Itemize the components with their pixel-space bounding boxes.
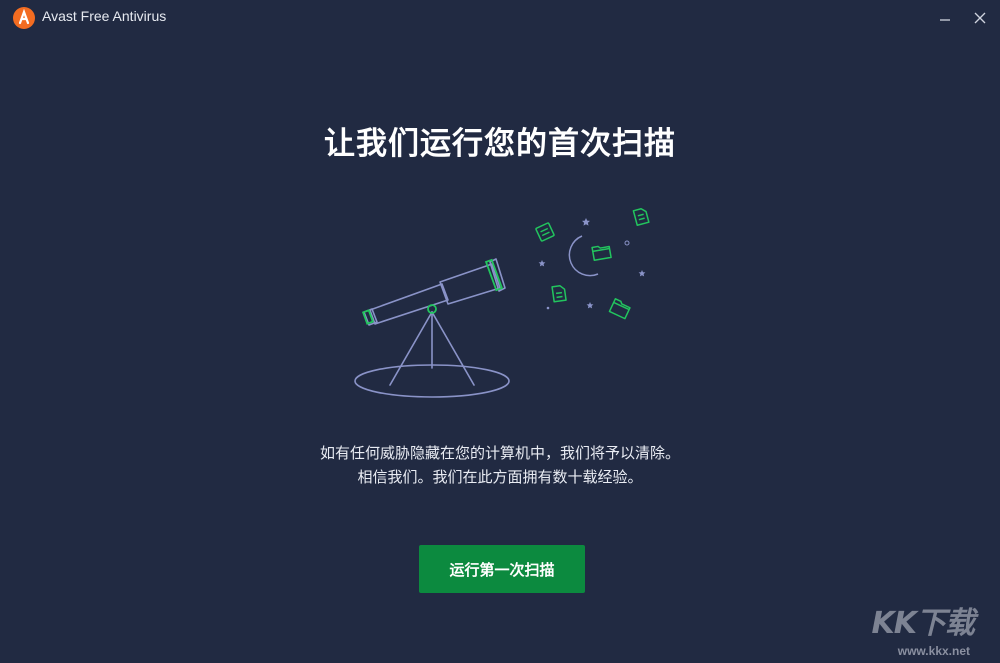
window-title: Avast Free Antivirus (42, 8, 167, 24)
description-line-1: 如有任何威胁隐藏在您的计算机中，我们将予以清除。 (319, 444, 680, 462)
watermark: KK下载 www.kkx.net (848, 598, 998, 662)
close-button[interactable] (963, 4, 997, 32)
minimize-icon (940, 19, 950, 21)
close-icon (974, 12, 986, 24)
run-first-scan-button[interactable]: 运行第一次扫描 (419, 545, 585, 593)
telescope-icon (354, 207, 650, 398)
description: 如有任何威胁隐藏在您的计算机中，我们将予以清除。 相信我们。我们在此方面拥有数十… (0, 441, 1000, 489)
avast-logo-icon (13, 7, 35, 29)
minimize-button[interactable] (928, 4, 962, 32)
page-title: 让我们运行您的首次扫描 (324, 126, 676, 162)
title-bar: Avast Free Antivirus (0, 0, 1000, 36)
watermark-logo: KK下载 (871, 606, 975, 641)
watermark-url: www.kkx.net (897, 644, 970, 658)
description-line-2: 相信我们。我们在此方面拥有数十载经验。 (357, 468, 643, 486)
